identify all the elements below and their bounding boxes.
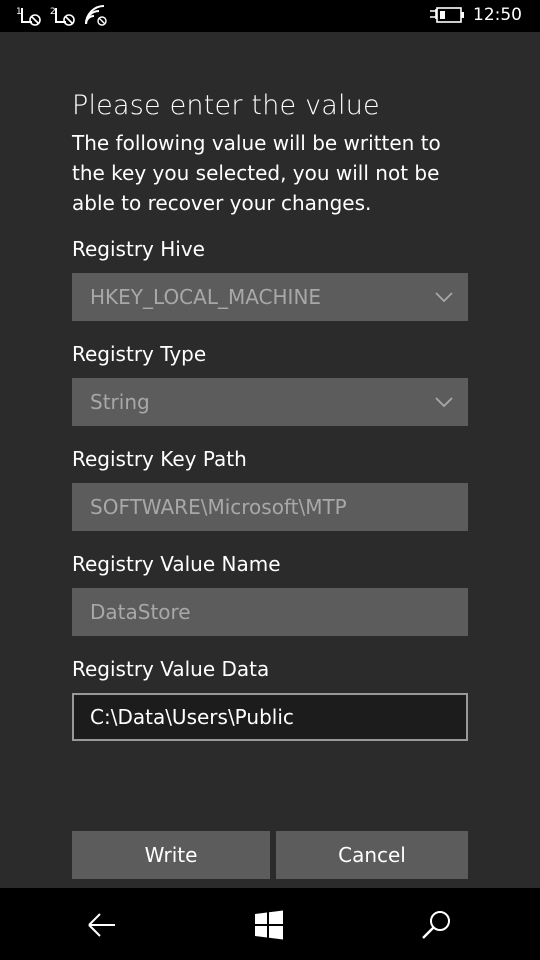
write-button[interactable]: Write [72,831,270,879]
battery-charging-icon [430,7,464,23]
svg-text:1: 1 [16,7,22,17]
dialog-description: The following value will be written to t… [72,131,441,215]
registry-hive-select[interactable]: HKEY_LOCAL_MACHINE [72,273,468,321]
registry-hive-value: HKEY_LOCAL_MACHINE [90,285,322,309]
registry-type-select[interactable]: String [72,378,468,426]
navigation-bar [0,888,540,960]
registry-value-name-field[interactable]: DataStore [72,588,468,636]
registry-type-label: Registry Type [72,342,207,366]
windows-start-icon[interactable] [252,908,286,942]
registry-key-path-label: Registry Key Path [72,447,247,471]
registry-value-data-value: C:\Data\Users\Public [90,705,294,729]
registry-value-dialog: Please enter the value The following val… [0,32,540,888]
chevron-down-icon [435,397,453,408]
registry-key-path-field[interactable]: SOFTWARE\Microsoft\MTP [72,483,468,531]
registry-type-value: String [90,390,150,414]
registry-value-name-label: Registry Value Name [72,552,281,576]
sim1-no-signal-icon: 1 [16,7,41,26]
clock: 12:50 [473,5,522,25]
registry-value-name-value: DataStore [90,600,191,624]
svg-text:2: 2 [50,7,56,17]
registry-key-path-value: SOFTWARE\Microsoft\MTP [90,495,347,519]
cancel-button[interactable]: Cancel [276,831,468,879]
registry-value-data-input[interactable]: C:\Data\Users\Public [72,693,468,741]
chevron-down-icon [435,292,453,303]
search-icon[interactable] [420,908,454,942]
back-arrow-icon[interactable] [85,908,119,942]
sim2-no-signal-icon: 2 [50,7,75,26]
wifi-icon [85,5,107,26]
registry-hive-label: Registry Hive [72,237,205,261]
dialog-title: Please enter the value [72,90,380,121]
registry-value-data-label: Registry Value Data [72,657,270,681]
status-bar: 1 2 12:50 [0,0,540,32]
